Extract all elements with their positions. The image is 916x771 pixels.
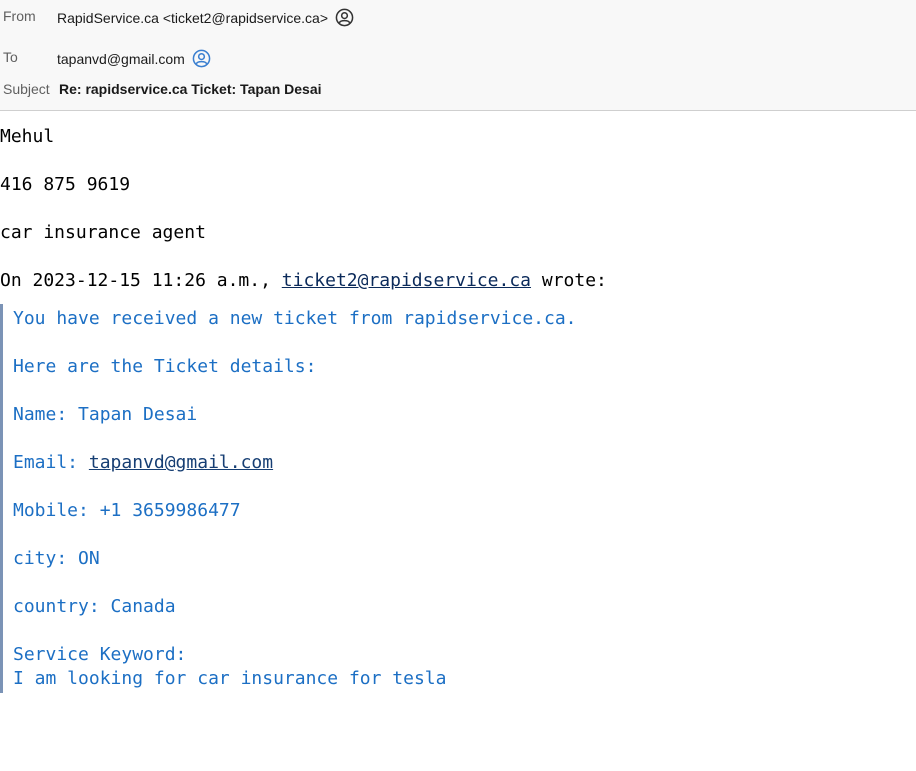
quote-intro: You have received a new ticket from rapi… — [13, 308, 577, 329]
body-line-name: Mehul — [0, 126, 55, 147]
quote-details-heading: Here are the Ticket details: — [13, 356, 317, 377]
reply-email-link[interactable]: ticket2@rapidservice.ca — [282, 270, 531, 291]
subject-value: Re: rapidservice.ca Ticket: Tapan Desai — [59, 81, 322, 97]
body-line-phone: 416 875 9619 — [0, 174, 131, 195]
from-value[interactable]: RapidService.ca <ticket2@rapidservice.ca… — [57, 8, 354, 27]
quote-email: Email: tapanvd@gmail.com — [13, 452, 273, 473]
person-circle-icon[interactable] — [335, 8, 354, 27]
quote-country: country: Canada — [13, 596, 176, 617]
reply-suffix: wrote: — [531, 270, 607, 291]
from-address[interactable]: RapidService.ca <ticket2@rapidservice.ca… — [57, 10, 328, 26]
to-address[interactable]: tapanvd@gmail.com — [57, 51, 185, 67]
person-circle-icon[interactable] — [192, 49, 211, 68]
quote-bar — [0, 304, 3, 693]
quote-email-label: Email: — [13, 452, 89, 473]
reply-prefix: On 2023-12-15 11:26 a.m., — [0, 270, 282, 291]
quote-service-keyword-value: I am looking for car insurance for tesla — [13, 668, 447, 689]
body-line-role: car insurance agent — [0, 222, 206, 243]
quote-city: city: ON — [13, 548, 100, 569]
quote-service-keyword-label: Service Keyword: — [13, 644, 187, 665]
quote-mobile: Mobile: +1 3659986477 — [13, 500, 241, 521]
message-header: From RapidService.ca <ticket2@rapidservi… — [0, 0, 916, 111]
quote-name: Name: Tapan Desai — [13, 404, 198, 425]
from-label: From — [3, 8, 36, 24]
quote-email-link[interactable]: tapanvd@gmail.com — [89, 452, 273, 473]
to-label: To — [3, 49, 18, 65]
reply-attribution: On 2023-12-15 11:26 a.m., ticket2@rapids… — [0, 270, 607, 291]
subject-label: Subject — [3, 81, 50, 97]
to-value[interactable]: tapanvd@gmail.com — [57, 49, 211, 68]
